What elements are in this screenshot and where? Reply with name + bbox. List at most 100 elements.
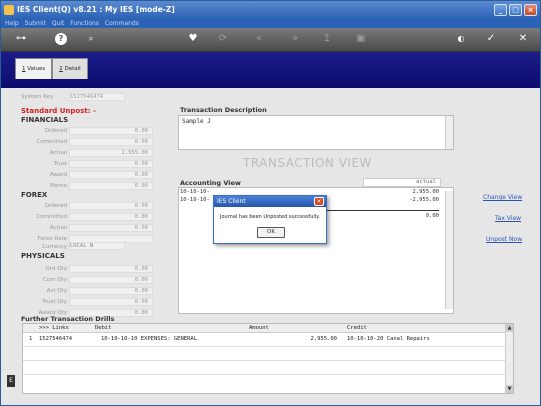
physicals-ord-qty-field[interactable]: 0.00 <box>69 265 153 273</box>
forex-rate-label: Forex Rate <box>37 236 67 242</box>
accounting-row-1-account: 10-10-10- <box>180 189 210 195</box>
physicals-com-qty-label: Com Qty <box>42 277 67 283</box>
further-drills-title: Further Transaction Drills <box>21 315 115 323</box>
grid-divider <box>23 374 513 375</box>
drills-row-debit: 10-10-10-10 EXPENSES: GENERAL <box>101 336 198 342</box>
heart-icon[interactable]: ♥ <box>185 32 201 46</box>
forex-actual-label: Actual <box>49 225 67 231</box>
search-icon[interactable]: ⌕ <box>83 32 99 46</box>
check-icon[interactable]: ✓ <box>483 32 499 46</box>
physicals-com-qty-field[interactable]: 0.00 <box>69 276 153 284</box>
drills-header-debit: Debit <box>95 325 112 331</box>
drills-header-links: >>> Links <box>39 325 69 331</box>
title-bar: IES Client(Q) v8.21 : My IES [mode-Z] _ … <box>1 1 540 19</box>
system-key-label: System Key <box>21 94 54 100</box>
financials-actual-field[interactable]: 2,955.00 <box>69 149 153 157</box>
menu-commands[interactable]: Commands <box>105 20 139 27</box>
forex-committed-field[interactable]: 0.00 <box>69 213 153 221</box>
financials-actual-label: Actual <box>49 150 67 156</box>
refresh-icon[interactable]: ⟳ <box>215 32 231 46</box>
dialog-ok-button[interactable]: OK <box>257 227 285 238</box>
dialog-close-button[interactable]: × <box>314 197 324 206</box>
total-divider <box>327 210 439 211</box>
dialog-title: IES Client <box>214 196 326 207</box>
financials-committed-field[interactable]: 0.00 <box>69 138 153 146</box>
financials-ordered-field[interactable]: 0.00 <box>69 127 153 135</box>
accounting-row-1-amount: 2,955.00 <box>412 189 440 195</box>
key-icon[interactable]: ⊶ <box>9 32 33 46</box>
drills-header-credit: Credit <box>347 325 367 331</box>
forex-currency-field[interactable]: LOCAL N <box>69 242 125 250</box>
drills-row-link[interactable]: 1527546474 <box>39 335 72 344</box>
financials-memo-label: Memo <box>50 183 67 189</box>
system-key-field[interactable]: 1527546474 <box>69 93 125 101</box>
drills-grid: >>> Links Debit Amount Credit 1 15275464… <box>22 323 514 394</box>
forward-icon[interactable]: » <box>287 32 303 46</box>
financials-trust-label: Trust <box>53 161 67 167</box>
financials-memo-field[interactable]: 0.00 <box>69 182 153 190</box>
app-window: IES Client(Q) v8.21 : My IES [mode-Z] _ … <box>0 0 541 406</box>
scroll-down-icon[interactable]: ▼ <box>506 385 513 393</box>
scroll-up-icon[interactable]: ▲ <box>506 324 513 332</box>
menu-help[interactable]: Help <box>5 20 19 27</box>
physicals-trust-qty-label: Trust Qty <box>42 299 67 305</box>
back-circle-icon[interactable]: ◐ <box>453 32 469 46</box>
grid-divider <box>23 346 513 347</box>
forex-ordered-field[interactable]: 0.00 <box>69 202 153 210</box>
financials-committed-label: Committed <box>36 139 67 145</box>
physicals-trust-qty-field[interactable]: 0.00 <box>69 298 153 306</box>
transaction-description-label: Transaction Description <box>180 106 267 114</box>
dialog-message: Journal has been Unposted successfully. <box>220 214 320 220</box>
drills-row-index: 1 <box>29 336 33 342</box>
forex-committed-label: Committed <box>36 214 67 220</box>
menu-bar: Help Submit Quit Functions Commands <box>1 19 540 28</box>
close-button[interactable]: × <box>524 4 537 16</box>
maximize-button[interactable]: □ <box>509 4 522 16</box>
minimize-button[interactable]: _ <box>494 4 507 16</box>
grid-divider <box>23 360 513 361</box>
transaction-view-heading: TRANSACTION VIEW <box>243 156 372 170</box>
accounting-view-label: Accounting View <box>180 179 241 187</box>
side-tab-icon[interactable]: E <box>7 375 15 387</box>
accounting-row-2-amount: -2,955.00 <box>409 197 439 203</box>
app-icon <box>4 5 14 15</box>
menu-quit[interactable]: Quit <box>52 20 65 27</box>
physicals-act-qty-label: Act Qty <box>46 288 67 294</box>
tax-view-link[interactable]: Tax View <box>495 215 521 222</box>
accounting-scrollbar[interactable] <box>445 191 453 309</box>
forex-currency-label: Currency <box>42 244 67 250</box>
tab-values[interactable]: 1 Values <box>15 58 53 79</box>
menu-submit[interactable]: Submit <box>25 20 46 27</box>
change-view-link[interactable]: Change View <box>483 194 522 201</box>
standard-unpost-label: Standard Unpost: - <box>21 107 96 115</box>
drills-header-row: >>> Links Debit Amount Credit <box>23 324 513 333</box>
financials-award-label: Award <box>49 172 67 178</box>
copy-icon[interactable]: ▣ <box>353 32 369 46</box>
pin-icon[interactable]: ↥ <box>319 32 335 46</box>
forex-title: FOREX <box>21 191 48 199</box>
menu-functions[interactable]: Functions <box>70 20 99 27</box>
drills-header-amount: Amount <box>249 325 269 331</box>
physicals-act-qty-field[interactable]: 0.00 <box>69 287 153 295</box>
close-icon[interactable]: ✕ <box>515 32 531 46</box>
drills-row-credit: 10-10-10-20 Canal Repairs <box>347 336 430 342</box>
transaction-description-field[interactable]: Sample J <box>178 115 454 150</box>
tab-detail[interactable]: 2 Detail <box>52 58 88 79</box>
drills-row-amount: 2,955.00 <box>310 336 338 342</box>
financials-ordered-label: Ordered <box>44 128 67 134</box>
rewind-icon[interactable]: « <box>251 32 267 46</box>
tab-bar: 1 Values 2 Detail <box>15 58 88 79</box>
help-icon[interactable]: ? <box>53 32 69 46</box>
accounting-row-2-account: 10-10-10- <box>180 197 210 203</box>
accounting-total: 0.00 <box>425 213 439 219</box>
drills-row[interactable]: 1 1527546474 10-10-10-10 EXPENSES: GENER… <box>23 335 513 344</box>
financials-award-field[interactable]: 0.00 <box>69 171 153 179</box>
forex-actual-field[interactable]: 0.00 <box>69 224 153 232</box>
financials-title: FINANCIALS <box>21 116 69 124</box>
unpost-now-link[interactable]: Unpost Now <box>486 236 522 243</box>
drills-scrollbar[interactable]: ▲ ▼ <box>505 324 513 393</box>
window-title: IES Client(Q) v8.21 : My IES [mode-Z] <box>17 5 175 14</box>
description-scrollbar[interactable] <box>445 116 453 149</box>
financials-trust-field[interactable]: 0.00 <box>69 160 153 168</box>
unpost-success-dialog: IES Client × Journal has been Unposted s… <box>213 195 327 244</box>
